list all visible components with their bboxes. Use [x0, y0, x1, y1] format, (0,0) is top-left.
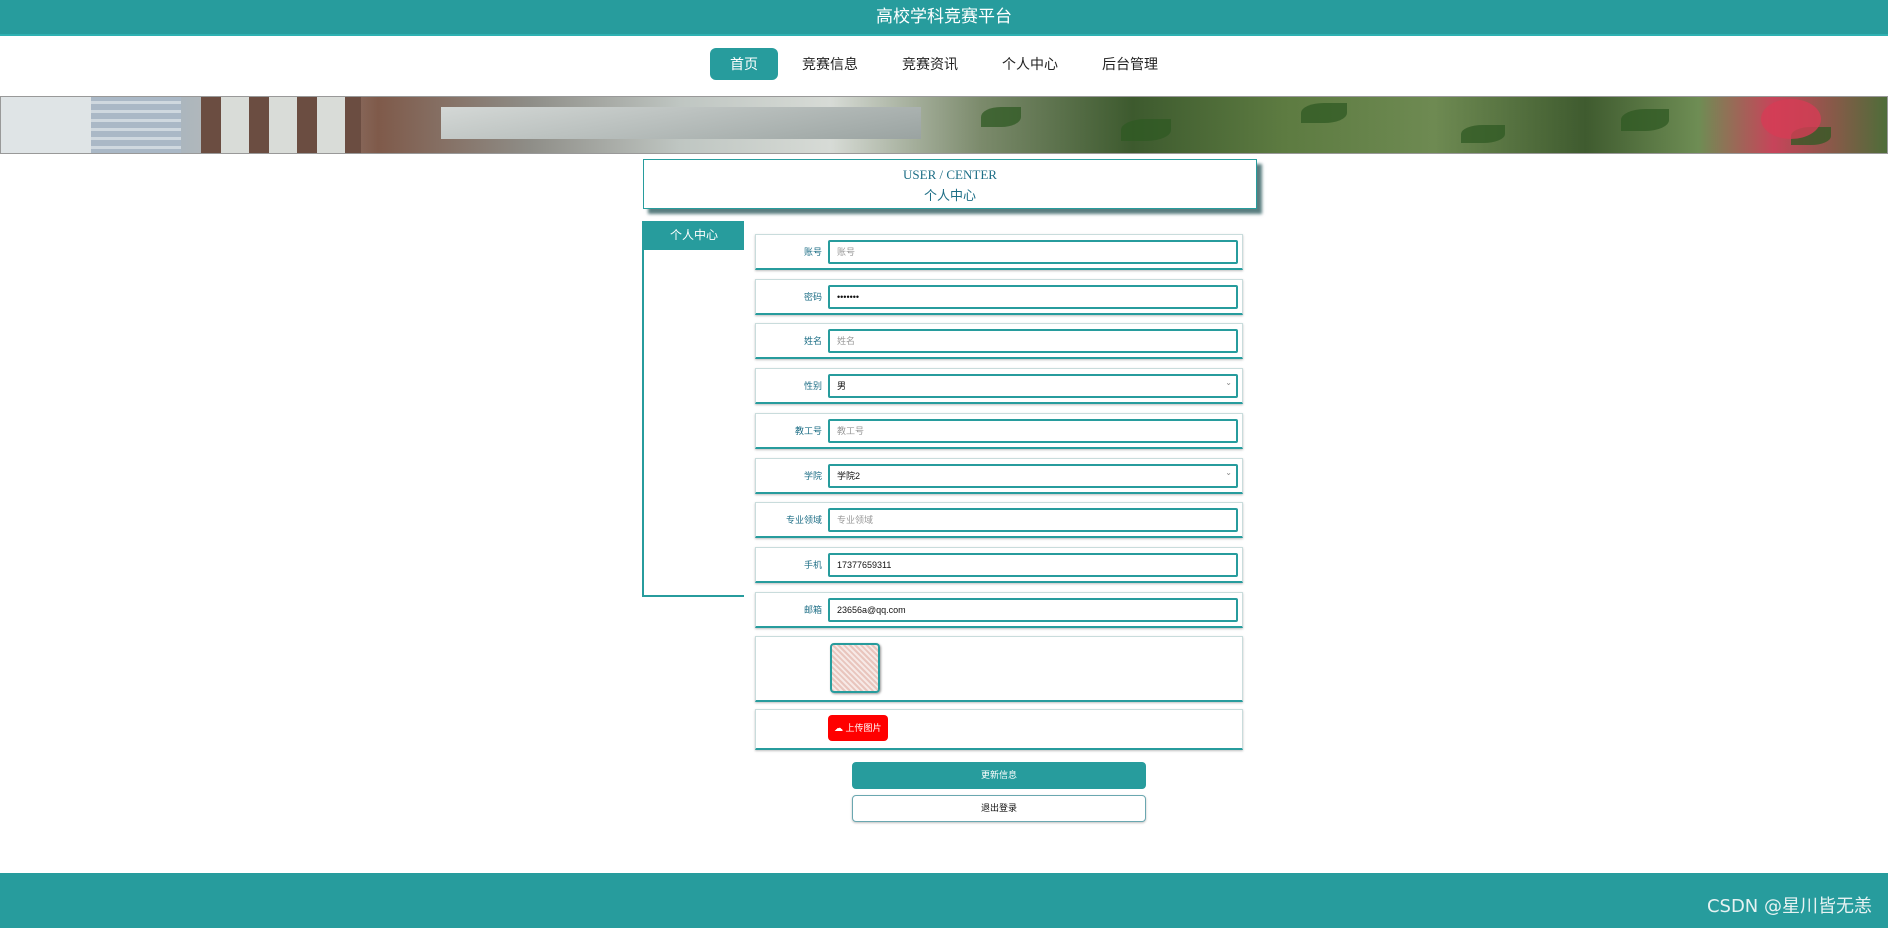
password-input[interactable]: •••••••	[828, 285, 1238, 309]
chevron-down-icon: ⌄	[1225, 468, 1232, 477]
form-row-gender: 性别 男 ⌄	[755, 368, 1243, 404]
nav-item-personal-center[interactable]: 个人中心	[982, 48, 1078, 80]
field-label: 专业领域	[785, 515, 822, 525]
form-row-avatar	[755, 636, 1243, 702]
update-info-button[interactable]: 更新信息	[852, 762, 1146, 789]
watermark: CSDN @星川皆无恙	[1706, 896, 1872, 917]
banner-flower	[1761, 99, 1821, 139]
section-title-box: USER / CENTER 个人中心	[643, 159, 1257, 209]
site-header: 高校学科竞赛平台	[0, 0, 1888, 36]
account-label: 账号	[803, 247, 822, 257]
sidebar-item-personal-center[interactable]: 个人中心	[644, 221, 744, 250]
banner-building-mid	[201, 97, 361, 153]
nav-item-competition-news[interactable]: 竞赛资讯	[882, 48, 978, 80]
staff-no-label: 教工号	[794, 426, 822, 436]
college-select-value: 学院2	[828, 464, 1238, 488]
banner-canopy	[441, 107, 921, 139]
banner-leaf	[1461, 125, 1505, 143]
gender-label: 性别	[803, 381, 822, 391]
account-input[interactable]	[828, 240, 1238, 264]
field-input[interactable]	[828, 508, 1238, 532]
banner-leaf	[981, 107, 1021, 127]
banner-building-left	[91, 97, 181, 153]
form-row-field: 专业领域	[755, 502, 1243, 538]
email-label: 邮箱	[803, 605, 822, 615]
banner-leaf	[1121, 119, 1171, 141]
college-select[interactable]: 学院2 ⌄	[828, 464, 1238, 488]
section-title-zh: 个人中心	[923, 188, 976, 203]
upload-image-button[interactable]: ☁ 上传图片	[828, 715, 888, 741]
logout-button[interactable]: 退出登录	[852, 795, 1146, 822]
form-row-college: 学院 学院2 ⌄	[755, 458, 1243, 494]
form-row-phone: 手机 17377659311	[755, 547, 1243, 583]
nav-item-competition-info[interactable]: 竞赛信息	[782, 48, 878, 80]
form-row-upload: ☁ 上传图片	[755, 709, 1243, 750]
email-input[interactable]: 23656a@qq.com	[828, 598, 1238, 622]
password-label: 密码	[803, 292, 822, 302]
college-label: 学院	[803, 471, 822, 481]
phone-input[interactable]: 17377659311	[828, 553, 1238, 577]
banner-image	[0, 96, 1888, 154]
section-title-en: USER / CENTER	[903, 167, 997, 182]
site-footer	[0, 873, 1888, 928]
cloud-upload-icon: ☁	[834, 723, 843, 733]
sidebar: 个人中心	[642, 221, 744, 597]
gender-select[interactable]: 男 ⌄	[828, 374, 1238, 398]
banner-leaf	[1621, 109, 1669, 131]
upload-image-label: 上传图片	[845, 723, 882, 733]
name-input[interactable]	[828, 329, 1238, 353]
nav-item-home[interactable]: 首页	[710, 48, 778, 80]
form-row-password: 密码 •••••••	[755, 279, 1243, 315]
staff-no-input[interactable]	[828, 419, 1238, 443]
form-row-email: 邮箱 23656a@qq.com	[755, 592, 1243, 628]
phone-label: 手机	[803, 560, 822, 570]
gender-select-value: 男	[828, 374, 1238, 398]
chevron-down-icon: ⌄	[1225, 378, 1232, 387]
avatar-thumbnail[interactable]	[830, 643, 880, 693]
main-nav: 首页 竞赛信息 竞赛资讯 个人中心 后台管理	[0, 48, 1888, 80]
form-row-name: 姓名	[755, 323, 1243, 359]
form-row-account: 账号	[755, 234, 1243, 270]
site-title: 高校学科竞赛平台	[876, 7, 1012, 26]
banner-leaf	[1301, 103, 1347, 123]
nav-item-admin[interactable]: 后台管理	[1082, 48, 1178, 80]
name-label: 姓名	[803, 336, 822, 346]
form-row-staff-no: 教工号	[755, 413, 1243, 449]
